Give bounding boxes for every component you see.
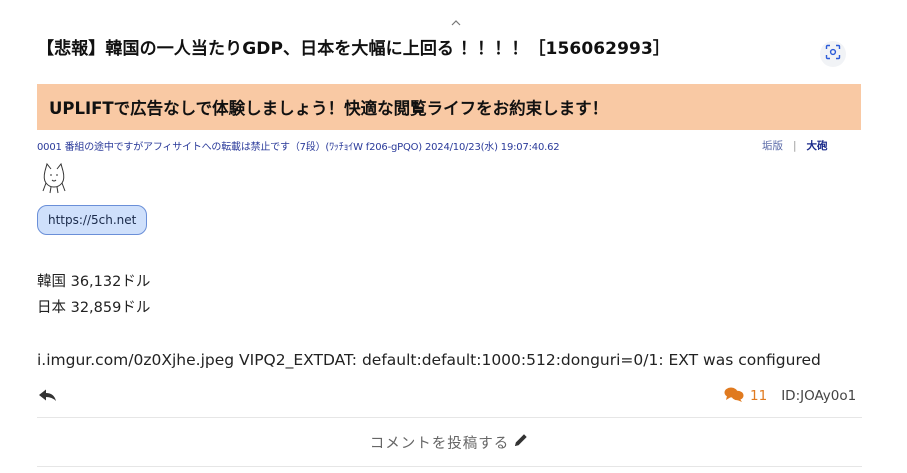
scan-button[interactable]: [820, 41, 846, 67]
post-id[interactable]: ID:JOAy0o1: [781, 388, 856, 404]
post-action-2[interactable]: 大砲: [807, 138, 828, 153]
collapse-caret-icon[interactable]: [447, 18, 465, 28]
divider-bottom: [37, 466, 862, 467]
ad-banner-text: UPLIFTで広告なしで体験しましょう！快適な閲覧ライフをお約束します！: [49, 99, 609, 118]
scan-lens-icon: [825, 44, 841, 64]
reply-arrow-icon[interactable]: [38, 388, 58, 404]
imgur-extdat-line: i.imgur.com/0z0Xjhe.jpeg VIPQ2_EXTDAT: d…: [37, 351, 821, 369]
pencil-icon: [513, 432, 529, 452]
post-comment-button[interactable]: コメントを投稿する: [37, 418, 862, 466]
post-action-1[interactable]: 垢版: [762, 138, 783, 153]
reply-info: 11 ID:JOAy0o1: [724, 386, 856, 406]
ad-banner[interactable]: UPLIFTで広告なしで体験しましょう！快適な閲覧ライフをお約束します！: [37, 84, 861, 130]
speech-bubbles-icon[interactable]: [724, 386, 744, 406]
url-pill-link[interactable]: https://5ch.net: [37, 205, 148, 235]
thread-title: 【悲報】韓国の一人当たりGDP、日本を大幅に上回る ！！！！［156062993…: [37, 39, 670, 59]
body-line-japan: 日本 32,859ドル: [37, 300, 151, 316]
thread-page: 【悲報】韓国の一人当たりGDP、日本を大幅に上回る ！！！！［156062993…: [0, 0, 907, 473]
post-actions-separator: |: [793, 139, 797, 152]
post-actions: 垢版 | 大砲: [762, 138, 828, 153]
post-meta: 0001 番組の途中ですがアフィサイトへの転載は禁止です（7段）(ﾜｯﾁｮｲW …: [37, 142, 560, 153]
body-line-korea: 韓国 36,132ドル: [37, 274, 151, 290]
post-comment-label: コメントを投稿する: [369, 435, 510, 452]
ascii-art-icon: [39, 161, 69, 195]
reply-count[interactable]: 11: [750, 388, 767, 404]
